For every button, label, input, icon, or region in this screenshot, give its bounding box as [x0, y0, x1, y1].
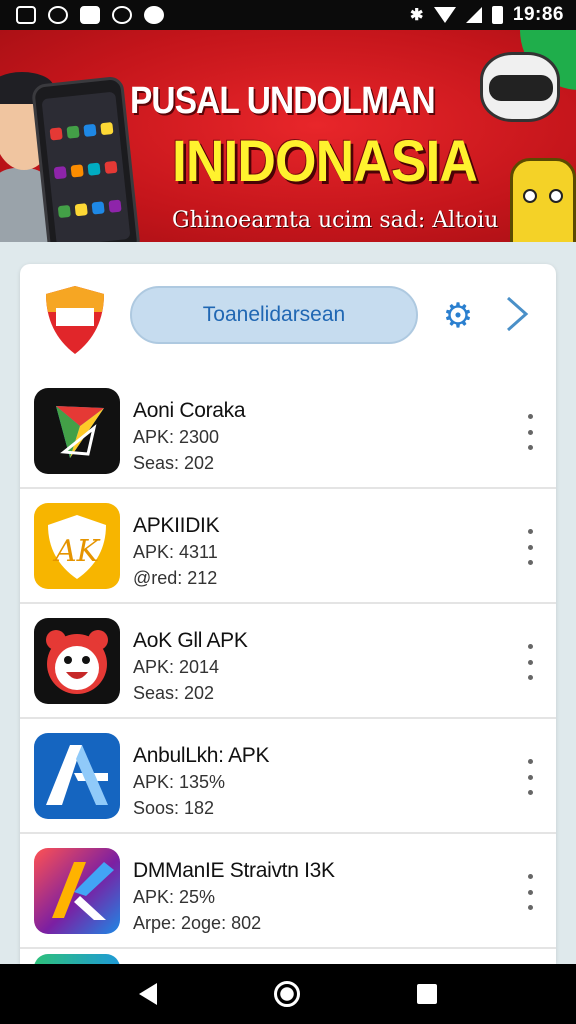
app-title: AoK Gll APK: [133, 629, 248, 652]
back-icon[interactable]: [138, 983, 157, 1005]
app-list-card: Toanelidarsean ⚙ Aoni Coraka APK: 2300 S…: [20, 264, 556, 964]
card-header: Toanelidarsean ⚙: [20, 264, 556, 374]
phone-illustration: [30, 75, 142, 242]
list-item[interactable]: AK APKIIDIK APK: 4311 @red: 212: [20, 489, 556, 604]
list-item[interactable]: DMManIE Straivtn I3K APK: 25% Arpe: 2oge…: [20, 834, 556, 949]
app-version: APK: 4311: [133, 542, 218, 562]
app-meta: Soos: 182: [133, 798, 215, 818]
banner-subtitle: Ghinoearnta ucim sad: Altoiu: [172, 208, 499, 233]
yellow-mascot: [510, 158, 576, 242]
more-options-icon[interactable]: [520, 759, 540, 795]
more-options-icon[interactable]: [520, 414, 540, 450]
app-version: APK: 25%: [133, 887, 216, 907]
more-options-icon[interactable]: [520, 529, 540, 565]
more-options-icon[interactable]: [520, 874, 540, 910]
app-meta: Seas: 202: [133, 683, 215, 703]
message-notification-icon: [80, 6, 100, 24]
home-icon[interactable]: [273, 981, 300, 1007]
app-meta: @red: 212: [133, 568, 218, 588]
app-title: DMManIE Straivtn I3K: [133, 859, 335, 882]
search-button[interactable]: Toanelidarsean: [130, 286, 418, 344]
app-title: AnbulLkh: APK: [133, 744, 270, 767]
app-list: Aoni Coraka APK: 2300 Seas: 202 AK APKII…: [20, 374, 556, 949]
app-meta: Arpe: 2oge: 802: [133, 913, 262, 933]
sync-notification-icon: [112, 6, 132, 24]
app-icon-ak: AK: [34, 503, 120, 589]
app-version: APK: 2014: [133, 657, 220, 677]
navigation-bar: [0, 964, 576, 1024]
partial-app-icon: [34, 954, 120, 964]
chat-notification-icon: [144, 6, 164, 24]
list-item[interactable]: AoK Gll APK APK: 2014 Seas: 202: [20, 604, 556, 719]
app-icon-play: [34, 388, 120, 474]
app-version: APK: 135%: [133, 772, 226, 792]
banner-headline: INIDONASIA: [172, 129, 478, 194]
promo-banner[interactable]: PUSAL UNDOLMAN INIDONASIA Ghinoearnta uc…: [0, 30, 576, 242]
app-icon-bear: [34, 618, 120, 704]
more-options-icon[interactable]: [520, 644, 540, 680]
app-title: APKIIDIK: [133, 514, 220, 537]
gallery-notification-icon: [16, 6, 36, 24]
app-meta: Seas: 202: [133, 453, 215, 473]
chevron-right-icon[interactable]: [502, 294, 532, 334]
banner-title: PUSAL UNDOLMAN: [130, 80, 436, 122]
shield-logo-icon: [46, 286, 104, 354]
status-bar: ✱ 19:86: [0, 0, 576, 30]
list-item[interactable]: AnbulLkh: APK APK: 135% Soos: 182: [20, 719, 556, 834]
svg-text:AK: AK: [52, 534, 101, 569]
app-icon-k-gradient: [34, 848, 120, 934]
recent-apps-icon[interactable]: [417, 984, 438, 1004]
bluetooth-icon: ✱: [409, 7, 424, 24]
gear-icon[interactable]: ⚙: [440, 298, 476, 334]
wifi-icon: [433, 7, 456, 23]
status-time: 19:86: [512, 4, 564, 25]
signal-icon: [465, 7, 482, 23]
app-icon-a-blue: [34, 733, 120, 819]
list-item[interactable]: Aoni Coraka APK: 2300 Seas: 202: [20, 374, 556, 489]
app-version: APK: 2300: [133, 427, 220, 447]
robot-mascot: [480, 52, 560, 122]
app-title: Aoni Coraka: [133, 399, 246, 422]
battery-icon: [491, 6, 503, 24]
app-notification-icon: [48, 6, 68, 24]
